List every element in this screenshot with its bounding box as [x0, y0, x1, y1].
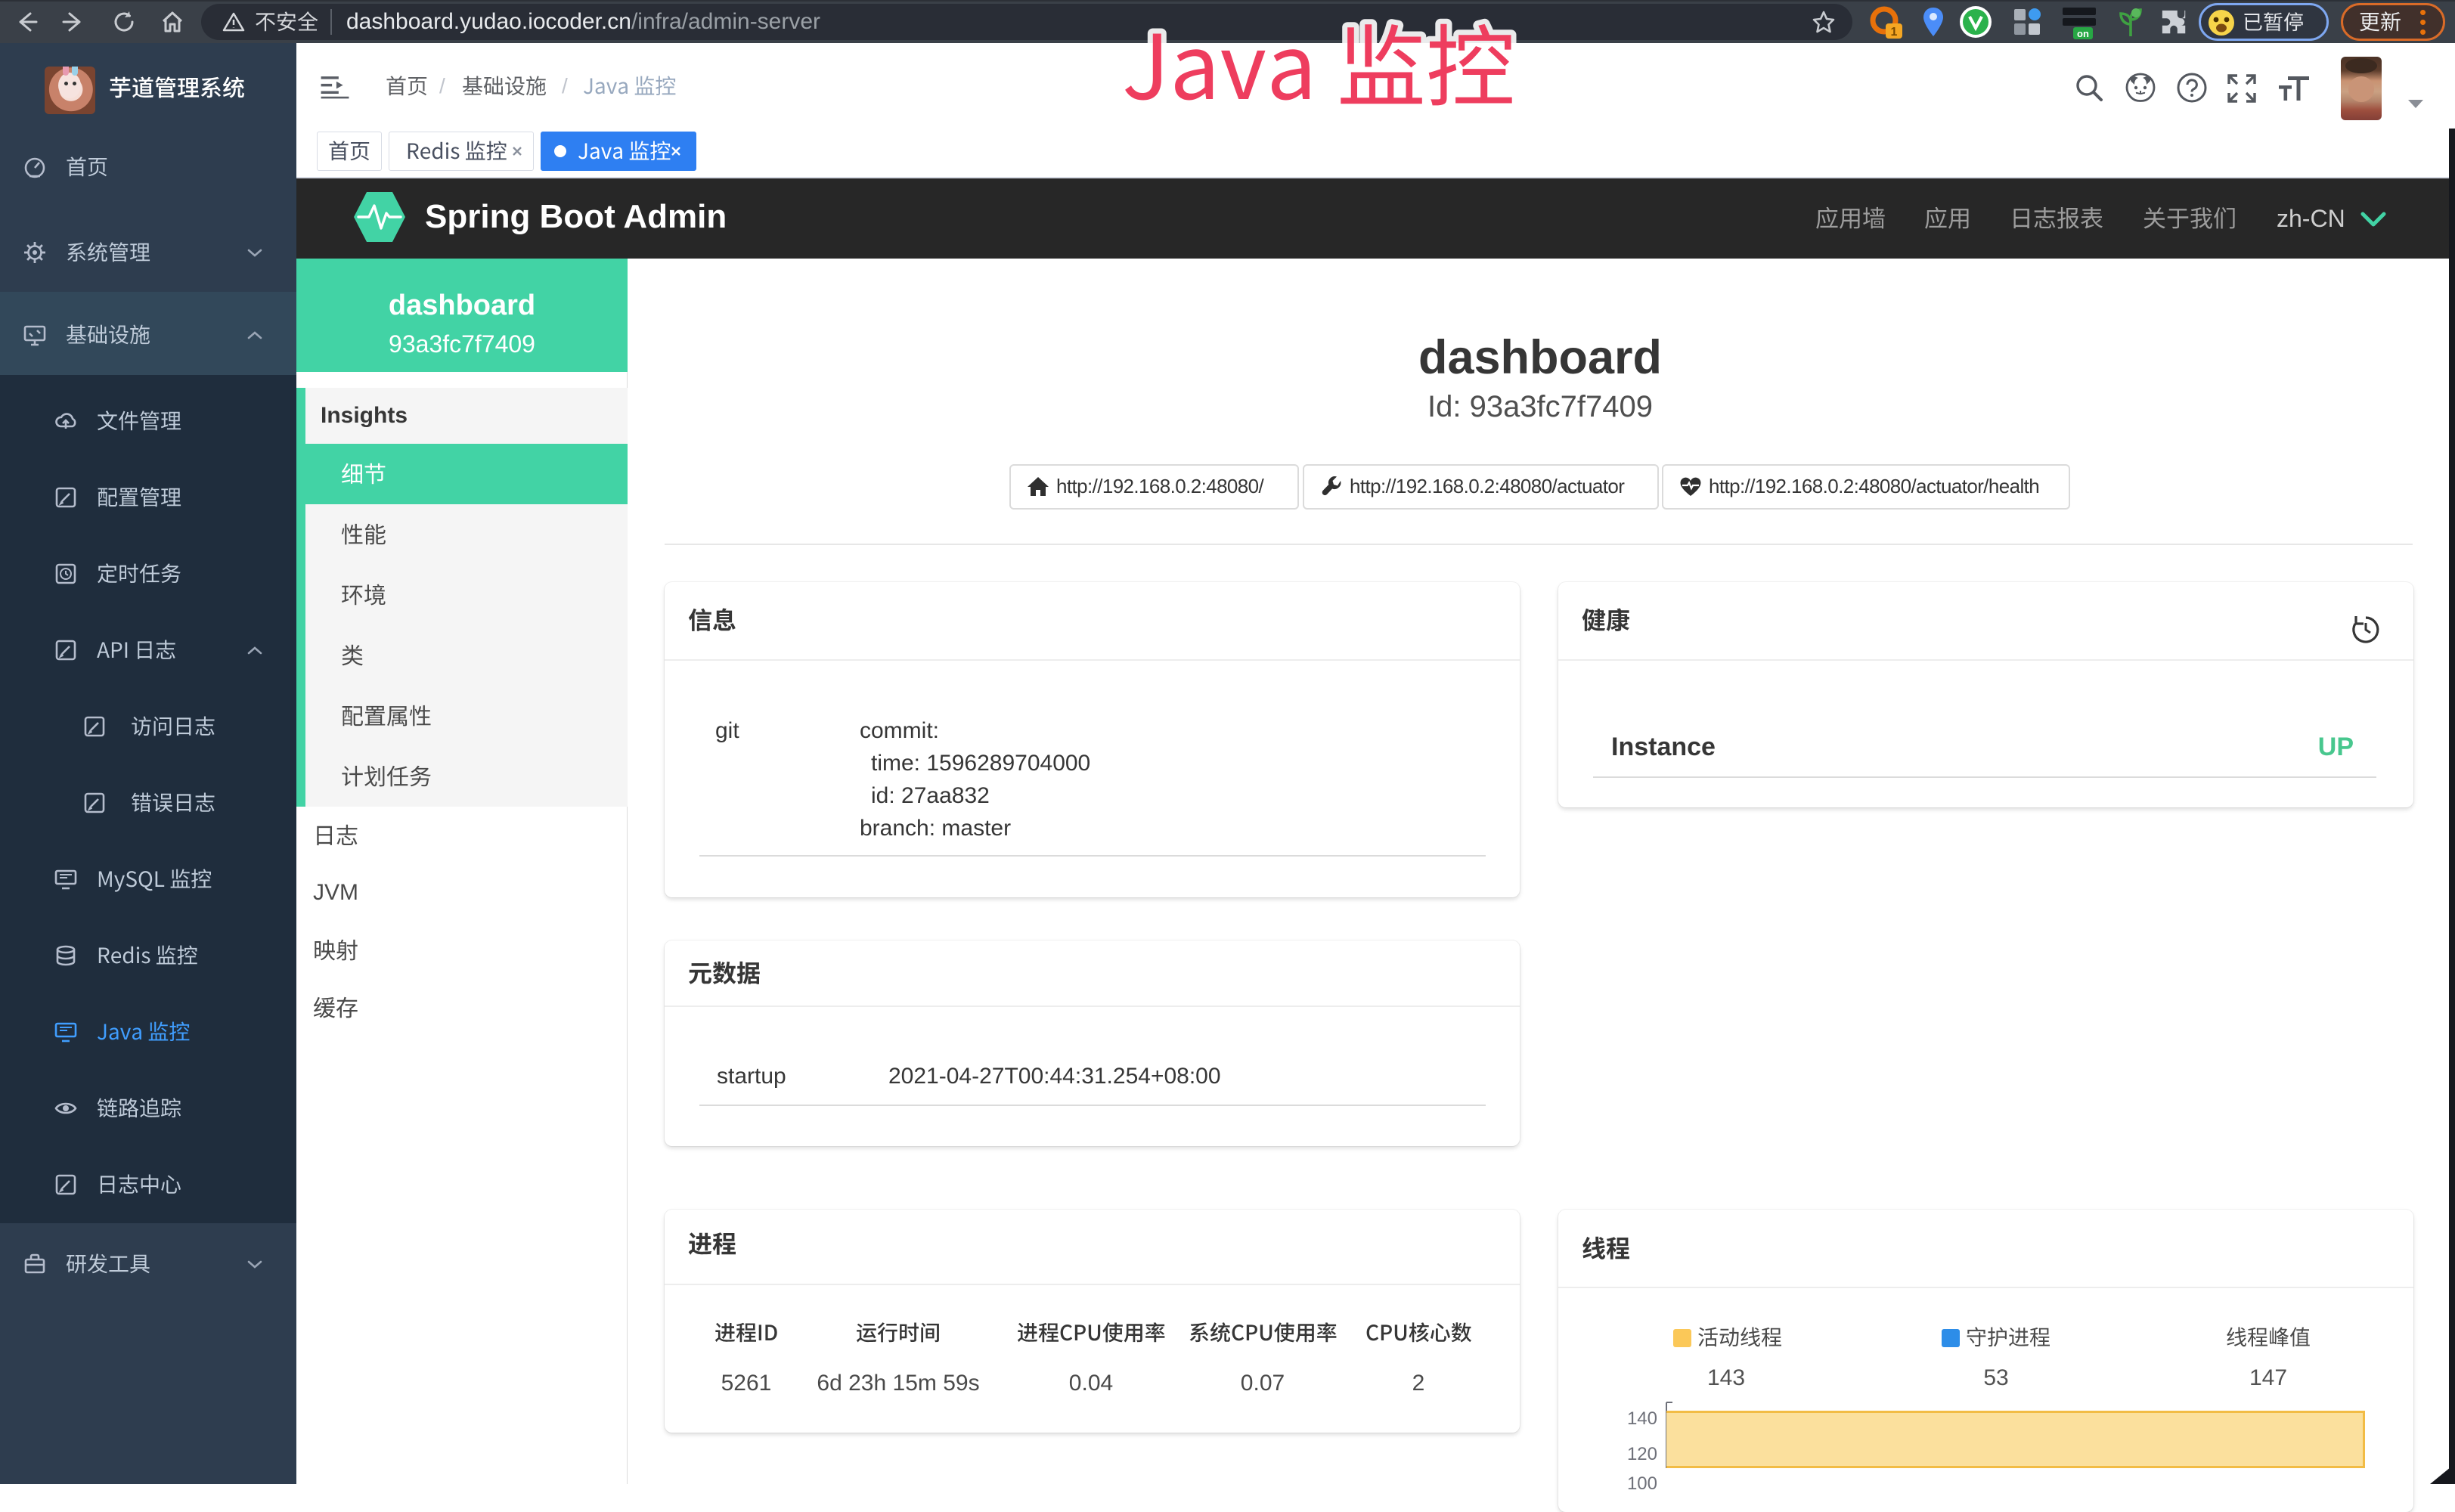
svg-text:on: on: [2077, 28, 2089, 39]
svg-text:1: 1: [1891, 26, 1898, 39]
